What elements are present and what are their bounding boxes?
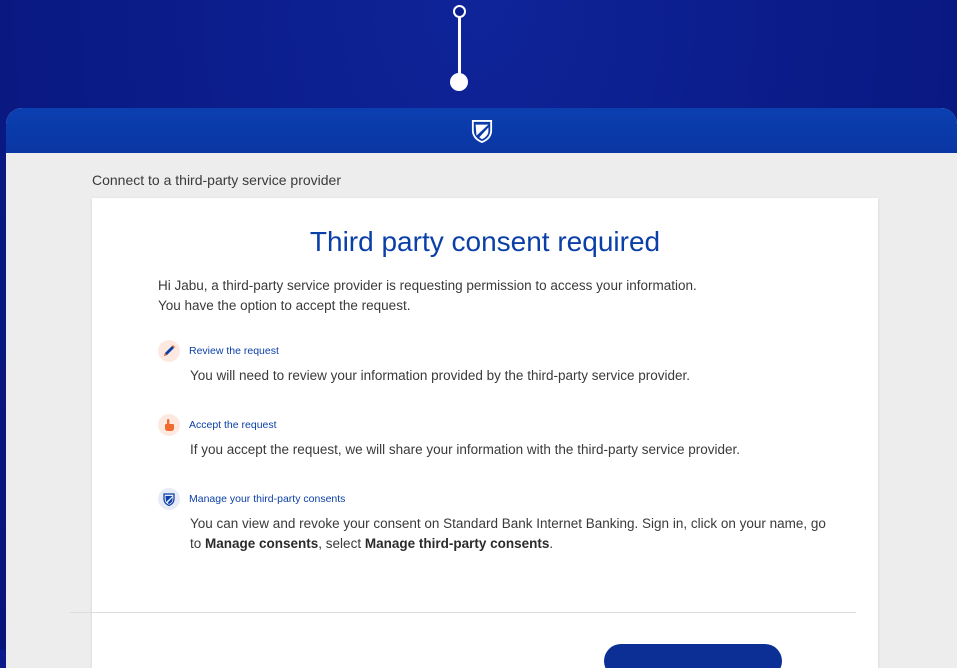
top-bar xyxy=(6,108,957,153)
list-item-manage: Manage your third-party consents You can… xyxy=(158,488,838,554)
page-heading: Connect to a third-party service provide… xyxy=(92,172,341,188)
item-title: Review the request xyxy=(189,345,279,357)
intro-line: You have the option to accept the reques… xyxy=(158,298,411,313)
pin-top-dot xyxy=(453,5,466,18)
item-description: You can view and revoke your consent on … xyxy=(190,514,830,554)
manage-consents-text: Manage consents xyxy=(205,536,319,551)
standard-bank-shield-icon xyxy=(158,488,180,510)
list-item-review: Review the request You will need to revi… xyxy=(158,340,838,386)
item-title: Manage your third-party consents xyxy=(189,493,346,505)
card-title: Third party consent required xyxy=(309,226,661,257)
app-window: Connect to a third-party service provide… xyxy=(6,108,957,668)
consent-card: Third party consent required Hi Jabu, a … xyxy=(92,198,878,668)
standard-bank-shield-icon xyxy=(471,119,492,143)
intro-text: Hi Jabu, a third-party service provider … xyxy=(158,276,798,316)
item-title: Accept the request xyxy=(189,419,277,431)
item-description: You will need to review your information… xyxy=(190,368,691,383)
pin-bottom-dot xyxy=(450,73,468,91)
pin-line xyxy=(458,12,461,80)
pencil-icon xyxy=(158,340,180,362)
item-description: If you accept the request, we will share… xyxy=(190,442,740,457)
primary-action-button[interactable] xyxy=(604,644,782,668)
manage-third-party-consents-text: Manage third-party consents xyxy=(364,536,550,551)
intro-line: Hi Jabu, a third-party service provider … xyxy=(158,278,697,293)
list-item-accept: Accept the request If you accept the req… xyxy=(158,414,838,460)
pointing-hand-icon xyxy=(158,414,180,436)
description-text: . xyxy=(549,536,554,551)
description-text: , select xyxy=(318,536,365,551)
divider xyxy=(70,612,856,613)
